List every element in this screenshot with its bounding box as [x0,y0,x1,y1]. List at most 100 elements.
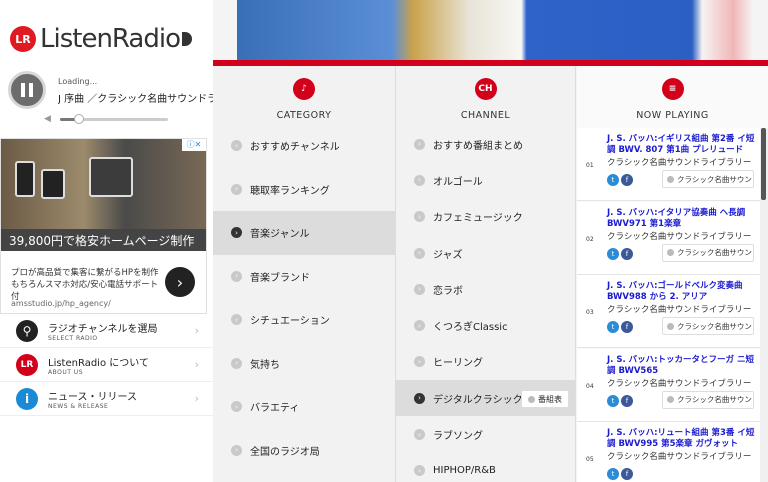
channel-label: おすすめ番組まとめ [433,140,523,152]
channel-tag[interactable]: クラシック名曲サウンドラ [662,317,754,335]
twitter-icon[interactable]: t [607,468,619,480]
twitter-icon[interactable]: t [607,174,619,186]
now-playing-item[interactable]: 05 J. S. バッハ:リュート組曲 第3番 イ短調 BWV995 第5楽章 ガ… [577,422,760,482]
arrow-right-icon: › [414,247,425,259]
track-number: 02 [586,235,594,243]
tag-icon [667,175,674,183]
arrow-right-icon: › [231,357,242,369]
arrow-right-icon: › [414,283,425,295]
arrow-right-icon: › [414,211,425,223]
volume-slider[interactable] [60,113,168,124]
arrow-right-icon: › [414,174,425,186]
scrollbar[interactable] [760,128,768,482]
now-playing-column: ≡ NOW PLAYING 01 J. S. バッハ:イギリス組曲 第2番 イ短調… [577,66,768,482]
ad-headline: 39,800円で格安ホームページ制作 [1,229,206,251]
facebook-icon[interactable]: f [621,174,633,186]
category-item[interactable]: › 聴取率ランキング [213,168,395,212]
category-label: 音楽ジャンル [250,229,310,241]
category-label: 気持ち [250,359,280,371]
category-label: バラエティ [250,403,300,415]
menu-select-radio[interactable]: ⚲ ラジオチャンネルを選局 SELECT RADIO › [0,314,213,348]
channel-tag[interactable]: クラシック名曲サウンドラ [662,390,754,409]
arrow-right-icon: › [231,401,242,413]
category-item[interactable]: › 音楽ブランド [213,255,395,299]
arrow-right-icon: › [414,138,425,150]
channel-item[interactable]: › カフェミュージック [396,199,575,235]
logo[interactable]: LR ListenRadio [10,22,192,56]
twitter-icon[interactable]: t [607,247,619,260]
track-artist: クラシック名曲サウンドライブラリー [607,231,752,242]
channel-header: CH CHANNEL [396,66,575,124]
category-item[interactable]: › 気持ち [213,342,395,386]
arrow-right-icon: › [414,392,425,404]
category-label: シチュエーション [250,316,330,328]
twitter-icon[interactable]: t [607,321,619,333]
track-title-link[interactable]: J. S. バッハ:イタリア協奏曲 ヘ長調 BWV971 第1楽章 [607,208,757,230]
channel-item[interactable]: › デジタルクラシック 番組表 [396,380,575,417]
twitter-icon[interactable]: t [607,394,619,407]
category-item[interactable]: › シチュエーション [213,298,395,342]
ad-arrow-button[interactable]: › [165,267,195,297]
track-number: 05 [586,456,594,463]
facebook-icon[interactable]: f [621,247,633,260]
category-item[interactable]: › おすすめチャンネル [213,124,395,168]
channel-label: 恋ラボ [433,285,463,297]
chevron-right-icon: › [194,324,199,337]
now-playing-item[interactable]: 01 J. S. バッハ:イギリス組曲 第2番 イ短調 BWV. 807 第1曲 … [577,128,760,201]
scrollbar-thumb[interactable] [761,128,766,200]
volume-knob[interactable] [74,113,85,124]
channel-item[interactable]: › オルゴール [396,162,575,198]
pause-icon [21,83,25,97]
category-label: おすすめチャンネル [250,142,340,154]
phone-image [41,169,65,199]
arrow-right-icon: › [231,140,242,152]
menu-about-us[interactable]: LR ListenRadio について ABOUT US › [0,348,213,382]
track-number: 03 [586,309,594,316]
channel-title: CHANNEL [460,110,511,121]
tag-icon [667,322,674,330]
channel-item[interactable]: › くつろぎClassic [396,308,575,344]
player-status: Loading... [58,77,98,86]
track-title-link[interactable]: J. S. バッハ:リュート組曲 第3番 イ短調 BWV995 第5楽章 ガヴォ… [607,428,757,450]
ad-banner[interactable]: ⓘ✕ 39,800円で格安ホームページ制作 プロが高品質で集客に繋がるHPを制作… [0,138,207,314]
category-title: CATEGORY [276,110,332,121]
track-title-link[interactable]: J. S. バッハ:イギリス組曲 第2番 イ短調 BWV. 807 第1曲 プレ… [607,134,757,156]
tag-icon [667,396,674,403]
now-playing-item[interactable]: 02 J. S. バッハ:イタリア協奏曲 ヘ長調 BWV971 第1楽章 クラシック… [577,201,760,275]
list-icon: ≡ [661,78,684,100]
category-label: 音楽ブランド [250,272,310,284]
schedule-icon [528,395,535,403]
channel-item[interactable]: › HIPHOP/R&B [396,453,575,482]
facebook-icon[interactable]: f [621,468,633,480]
channel-item[interactable]: › ヒーリング [396,344,575,380]
schedule-button[interactable]: 番組表 [521,390,569,409]
tag-icon [667,249,674,256]
now-playing-item[interactable]: 03 J. S. バッハ:ゴールドベルク変奏曲 BWV988 から 2. アリアク… [577,275,760,348]
channel-item[interactable]: › ジャズ [396,235,575,271]
speaker-icon: ◀ [44,114,51,124]
channel-label: ヒーリング [433,358,483,370]
category-item[interactable]: › バラエティ [213,385,395,429]
now-playing-title: NOW PLAYING [636,110,709,121]
arrow-right-icon: › [231,227,242,239]
channel-tag[interactable]: クラシック名曲サウンドラ [662,243,754,262]
now-playing-item[interactable]: 04 J. S. バッハ:トッカータとフーガ ニ短調 BWV565 クラシック名曲サ… [577,348,760,422]
channel-item[interactable]: › おすすめ番組まとめ [396,126,575,162]
facebook-icon[interactable]: f [621,321,633,333]
category-item[interactable]: › 音楽ジャンル [213,211,395,255]
track-title-link[interactable]: J. S. バッハ:トッカータとフーガ ニ短調 BWV565 [607,355,757,377]
arrow-right-icon: › [231,183,242,195]
facebook-icon[interactable]: f [621,394,633,407]
category-item[interactable]: › 全国のラジオ局 [213,429,395,473]
channel-item[interactable]: › 恋ラボ [396,271,575,307]
top-banner-ad[interactable] [237,0,754,60]
menu-news-release[interactable]: i ニュース・リリース NEWS & RELEASE › [0,382,213,416]
track-title-link[interactable]: J. S. バッハ:ゴールドベルク変奏曲 BWV988 から 2. アリア [607,281,757,303]
arrow-right-icon: › [414,465,425,477]
channel-item[interactable]: › ラブソング [396,416,575,452]
channel-label: カフェミュージック [433,213,523,225]
ad-choices-icon[interactable]: ⓘ✕ [182,139,206,151]
channel-tag[interactable]: クラシック名曲サウンドラ [662,170,754,188]
phone-image [15,161,35,197]
pause-button[interactable] [8,71,46,109]
